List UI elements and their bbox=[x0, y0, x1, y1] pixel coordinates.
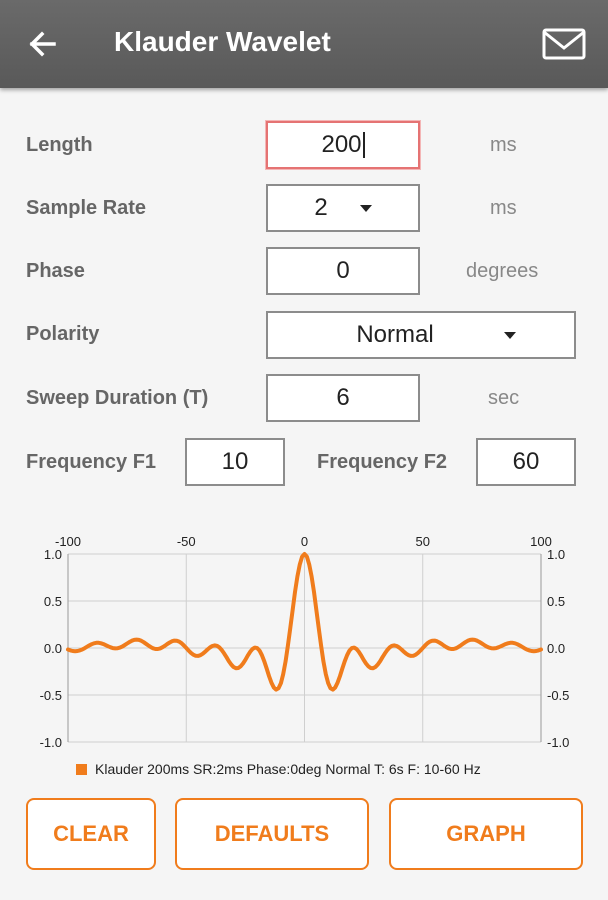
frequency-f1-input[interactable]: 10 bbox=[185, 438, 285, 486]
arrow-back-icon bbox=[29, 31, 56, 57]
sweep-duration-label: Sweep Duration (T) bbox=[26, 387, 209, 409]
polarity-label: Polarity bbox=[26, 323, 100, 345]
length-unit: ms bbox=[490, 134, 517, 156]
y-tick-label-left: -0.5 bbox=[40, 688, 62, 703]
legend-label: Klauder 200ms SR:2ms Phase:0deg Normal T… bbox=[95, 761, 481, 777]
sweep-duration-value: 6 bbox=[336, 384, 350, 411]
frequency-f2-input[interactable]: 60 bbox=[476, 438, 576, 486]
app-bar: Klauder Wavelet bbox=[0, 0, 608, 88]
back-button[interactable] bbox=[20, 24, 70, 64]
y-tick-label-right: -0.5 bbox=[547, 688, 569, 703]
y-tick-label-right: -1.0 bbox=[547, 735, 569, 750]
frequency-f1-value: 10 bbox=[221, 448, 249, 475]
sample-rate-value: 2 bbox=[314, 194, 328, 221]
x-tick-label: 50 bbox=[416, 534, 430, 549]
polarity-value: Normal bbox=[356, 321, 434, 348]
frequency-f1-label: Frequency F1 bbox=[26, 451, 157, 473]
polarity-select[interactable]: Normal bbox=[266, 311, 576, 359]
legend-swatch bbox=[76, 763, 87, 775]
x-tick-label: -50 bbox=[177, 534, 196, 549]
x-tick-label: 0 bbox=[301, 534, 308, 549]
phase-value: 0 bbox=[336, 257, 350, 284]
text-cursor bbox=[362, 132, 365, 158]
y-tick-label-left: 1.0 bbox=[44, 547, 62, 562]
length-label: Length bbox=[26, 134, 93, 156]
y-tick-label-left: 0.5 bbox=[44, 594, 62, 609]
sweep-duration-unit: sec bbox=[488, 387, 520, 409]
mail-button[interactable] bbox=[538, 24, 590, 64]
phase-input[interactable]: 0 bbox=[266, 247, 420, 295]
dropdown-arrow-icon bbox=[503, 331, 516, 339]
sample-rate-select[interactable]: 2 bbox=[266, 184, 420, 232]
frequency-f2-label: Frequency F2 bbox=[317, 451, 448, 473]
wavelet-chart: -100 -50 0 50 1001.0 1.00.5 0.50.0 0.0-0.5 -0.5-… bbox=[40, 534, 570, 750]
defaults-button[interactable]: DEFAULTS bbox=[175, 798, 369, 870]
y-tick-label-left: -1.0 bbox=[40, 735, 62, 750]
y-tick-label-right: 0.5 bbox=[547, 594, 565, 609]
sample-rate-unit: ms bbox=[490, 197, 517, 219]
dropdown-arrow-icon bbox=[359, 204, 372, 212]
length-value: 200 bbox=[321, 131, 362, 158]
phase-unit: degrees bbox=[466, 260, 539, 282]
phase-label: Phase bbox=[26, 260, 85, 282]
mail-icon bbox=[542, 28, 586, 60]
length-input[interactable]: 200 bbox=[266, 121, 420, 169]
clear-button[interactable]: CLEAR bbox=[26, 798, 156, 870]
chart-legend: Klauder 200ms SR:2ms Phase:0deg Normal T… bbox=[76, 761, 481, 777]
graph-button[interactable]: GRAPH bbox=[389, 798, 583, 870]
page-title: Klauder Wavelet bbox=[114, 26, 331, 57]
y-tick-label-right: 1.0 bbox=[547, 547, 565, 562]
sweep-duration-input[interactable]: 6 bbox=[266, 374, 420, 422]
frequency-f2-value: 60 bbox=[512, 448, 540, 475]
sample-rate-label: Sample Rate bbox=[26, 197, 147, 219]
y-tick-label-right: 0.0 bbox=[547, 641, 565, 656]
y-tick-label-left: 0.0 bbox=[44, 641, 62, 656]
